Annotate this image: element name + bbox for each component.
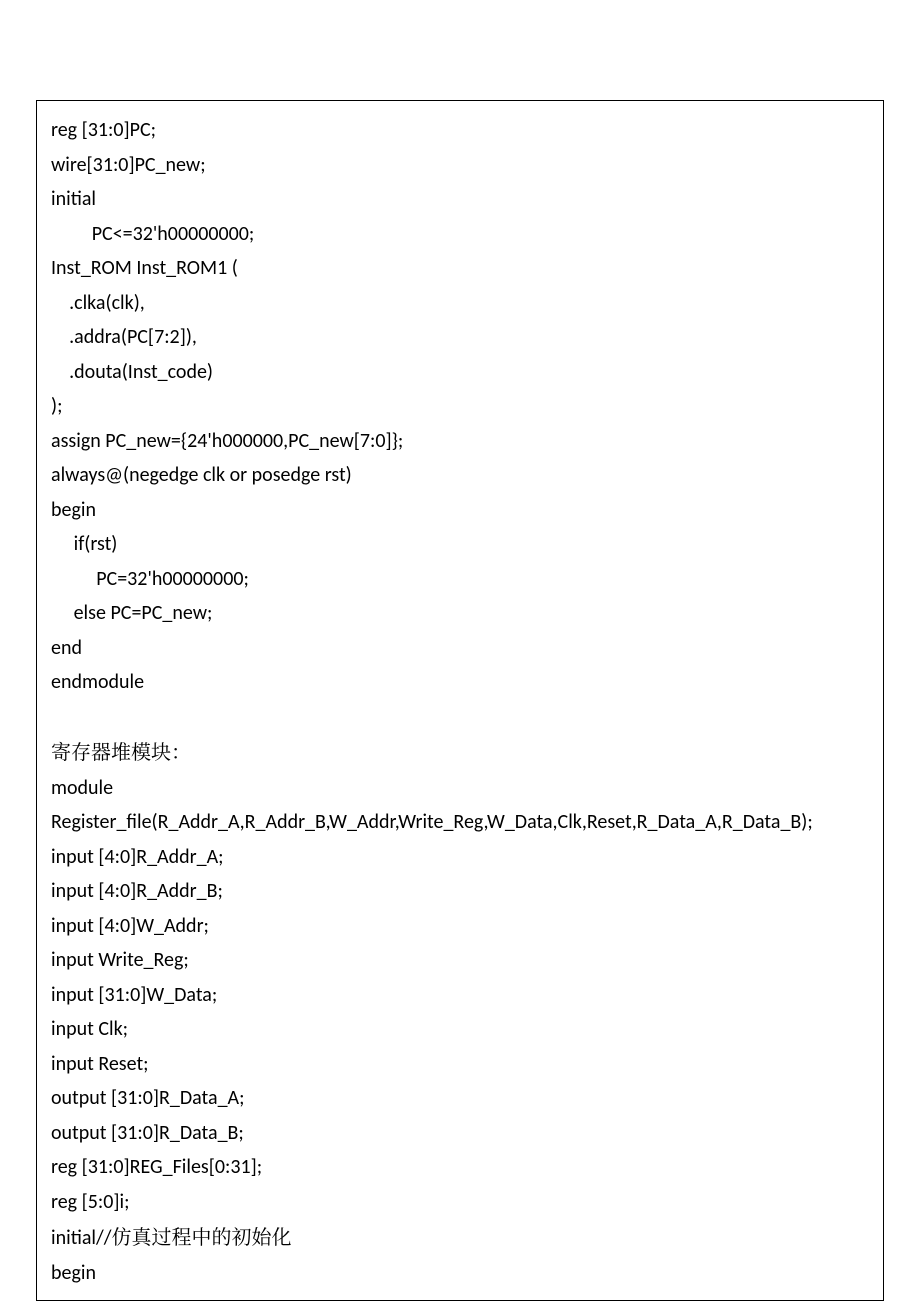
code-line: begin [51,1261,96,1285]
code-block: reg [31:0]PC; wire[31:0]PC_new; initial … [36,100,884,1301]
code-line: input [4:0]R_Addr_B; [51,879,223,903]
code-line: initial [51,187,96,211]
code-line: else PC=PC_new; [51,601,212,625]
code-line: reg [31:0]PC; [51,118,156,142]
code-line: input Reset; [51,1052,149,1076]
code-line: PC=32'h00000000; [51,567,249,591]
code-line: initial//仿真过程中的初始化 [51,1226,291,1250]
code-line: begin [51,498,96,522]
code-line: module [51,776,113,800]
code-line: wire[31:0]PC_new; [51,153,206,177]
code-line: reg [31:0]REG_Files[0:31]; [51,1155,262,1179]
code-line: Inst_ROM Inst_ROM1 ( [51,256,238,280]
code-line: input [4:0]W_Addr; [51,914,209,938]
code-line: output [31:0]R_Data_A; [51,1086,244,1110]
code-line: always@(negedge clk or posedge rst) [51,463,352,487]
document-page: reg [31:0]PC; wire[31:0]PC_new; initial … [0,0,920,1302]
code-line: .clka(clk), [51,291,145,315]
code-line: end [51,636,82,660]
code-line: input Clk; [51,1017,128,1041]
code-line: assign PC_new={24'h000000,PC_new[7:0]}; [51,429,403,453]
section-heading-regfile: 寄存器堆模块： [51,736,191,765]
code-line: Register_file(R_Addr_A,R_Addr_B,W_Addr,W… [51,810,813,834]
code-line: .douta(Inst_code) [51,360,213,384]
code-line: input [4:0]R_Addr_A; [51,845,224,869]
code-line: ); [51,394,62,418]
code-line: input [31:0]W_Data; [51,983,217,1007]
code-line: endmodule [51,670,144,694]
code-line: .addra(PC[7:2]), [51,325,197,349]
code-line: input Write_Reg; [51,948,189,972]
code-line: if(rst) [51,532,117,556]
code-comment: 仿真过程中的初始化 [111,1221,291,1250]
code-line: reg [5:0]i; [51,1190,129,1214]
code-line: output [31:0]R_Data_B; [51,1121,244,1145]
code-line: PC<=32'h00000000; [51,222,254,246]
